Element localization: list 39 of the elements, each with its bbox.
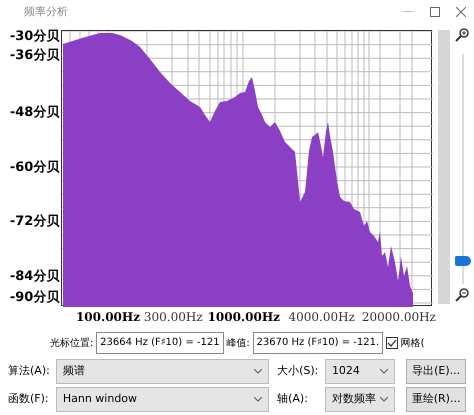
- slider-thumb[interactable]: [455, 256, 472, 266]
- zoom-in-icon[interactable]: [455, 28, 470, 42]
- field-label: 函数(F):: [8, 391, 50, 408]
- grid-checkbox[interactable]: [386, 336, 398, 349]
- field-label: 大小(S):: [277, 363, 319, 380]
- field-label: 光标位置:: [50, 336, 94, 350]
- axis-label: -30分贝: [10, 30, 60, 44]
- dropdown[interactable]: Hann window: [56, 387, 270, 412]
- maximize-icon[interactable]: [430, 7, 440, 17]
- field-label: 算法(A):: [8, 363, 50, 380]
- axis-label: -72分贝: [10, 215, 60, 229]
- axis-label: -60分贝: [10, 161, 60, 175]
- axis-label: 20000.00Hz: [362, 309, 436, 326]
- button[interactable]: 导出(E)...: [406, 359, 466, 384]
- checkbox-label: 网格(: [400, 336, 425, 350]
- caret-icon: [254, 397, 262, 402]
- peak-field[interactable]: 23670 Hz (F♯10) = -121.: [252, 332, 384, 354]
- axis-label: -90分贝: [10, 291, 60, 305]
- scrollbar[interactable]: [438, 30, 450, 304]
- axis-label: 300.00Hz: [144, 309, 203, 326]
- caret-icon: [380, 369, 388, 374]
- axis-label: 100.00Hz: [76, 309, 140, 326]
- caret-icon: [254, 369, 262, 374]
- field-label: 峰值:: [226, 336, 250, 350]
- axis-label: 1000.00Hz: [208, 309, 280, 326]
- caret-icon: [380, 397, 388, 402]
- field-label: 轴(A):: [277, 391, 309, 408]
- axis-label: 4000.00Hz: [288, 309, 355, 326]
- axis-label: -84分贝: [10, 270, 60, 284]
- window-title: 频率分析: [24, 4, 68, 20]
- close-icon[interactable]: [456, 7, 466, 17]
- zoom-out-icon[interactable]: [455, 288, 470, 302]
- axis-label: -36分贝: [10, 49, 60, 63]
- axis-label: -48分贝: [10, 106, 60, 120]
- dropdown[interactable]: 对数频率: [324, 387, 395, 412]
- dropdown[interactable]: 频谱: [56, 359, 270, 384]
- dropdown[interactable]: 1024: [324, 359, 395, 384]
- button[interactable]: 重绘(R)...: [406, 387, 466, 412]
- cursor-field[interactable]: 23664 Hz (F♯10) = -121: [96, 332, 224, 354]
